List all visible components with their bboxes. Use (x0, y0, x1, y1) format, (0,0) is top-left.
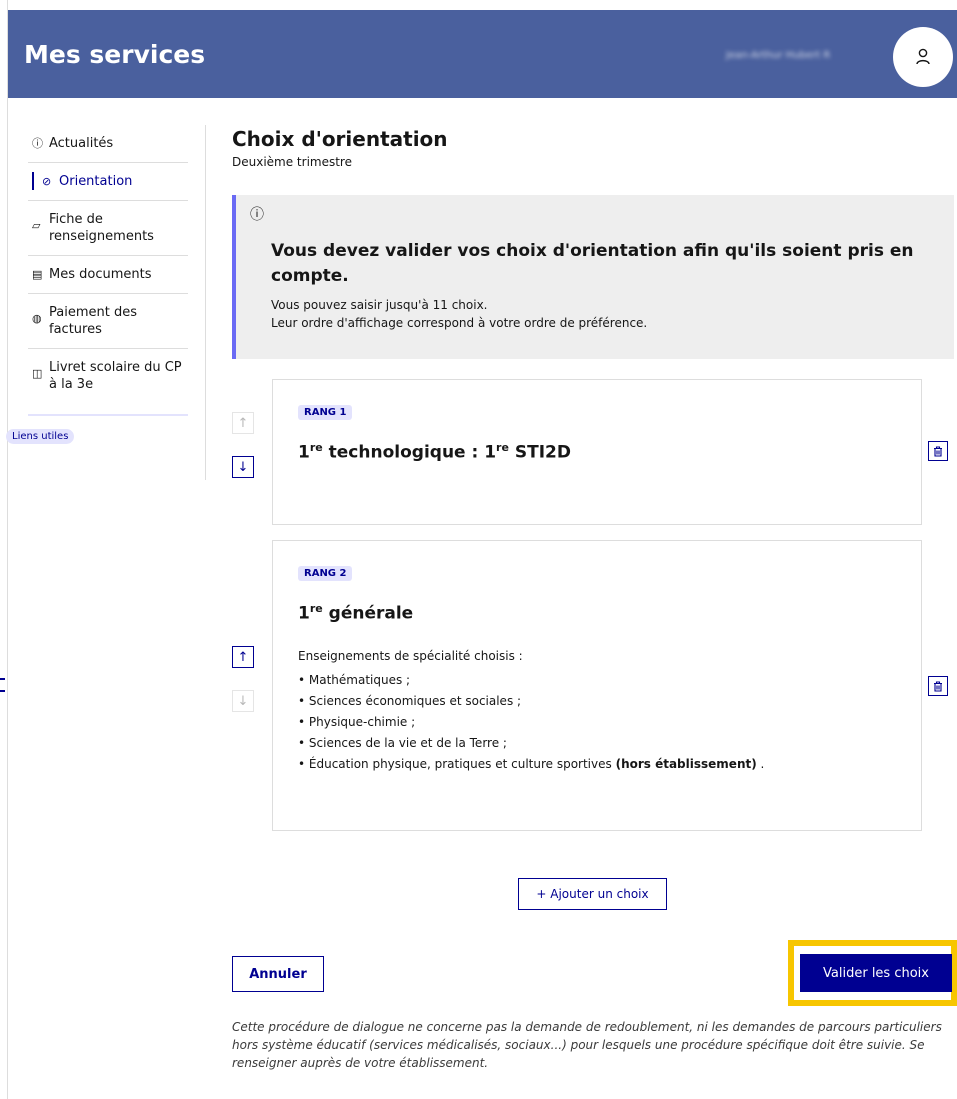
sidebar-item-label: Mes documents (49, 267, 152, 282)
choice-card: RANG 2 1re générale Enseignements de spé… (272, 540, 922, 831)
rank-badge: RANG 1 (298, 405, 353, 420)
alert-line: Leur ordre d'affichage correspond à votr… (271, 316, 648, 330)
choice-title-sup: re (309, 441, 323, 454)
disclaimer-text: Cette procédure de dialogue ne concerne … (232, 1020, 942, 1070)
list-item: • Mathématiques ; (298, 673, 411, 687)
sidebar-item-paiement-factures[interactable]: ◍ Paiement des factures (28, 294, 188, 349)
useful-links-tag[interactable]: Liens utiles (6, 429, 75, 444)
user-name[interactable]: Jean-Arthur Hubert R (726, 50, 886, 64)
choice-title-part: 1 (298, 442, 310, 463)
sidebar-separator (28, 414, 188, 416)
alert-line: Vous pouvez saisir jusqu'à 11 choix. (271, 298, 488, 312)
edge-mark (0, 678, 5, 692)
list-item: • Éducation physique, pratiques et cultu… (298, 754, 764, 775)
info-icon: ⓘ (32, 137, 43, 150)
sidebar-item-label: Livret scolaire du CP à la 3e (49, 360, 182, 392)
documents-icon: ▤ (32, 268, 43, 281)
info-icon: ⓘ (250, 207, 264, 223)
specialties-list: • Mathématiques ; • Sciences économiques… (298, 670, 764, 775)
alert-text: Vous pouvez saisir jusqu'à 11 choix. Leu… (271, 296, 647, 332)
app-title: Mes services (24, 40, 206, 69)
sidebar-item-label: Actualités (49, 136, 114, 151)
page-title: Choix d'orientation (232, 127, 448, 151)
move-up-button[interactable]: ↑ (232, 412, 254, 434)
trash-icon (934, 680, 942, 692)
list-item: • Physique-chimie ; (298, 715, 416, 729)
choice-title-part: 1 (298, 603, 310, 624)
frame-edge (7, 0, 8, 1099)
specialties-label: Enseignements de spécialité choisis : (298, 649, 523, 663)
sidebar-item-mes-documents[interactable]: ▤ Mes documents (28, 256, 188, 294)
sidebar-item-fiche-renseignements[interactable]: ▱ Fiche de renseignements (28, 201, 188, 256)
choice-card: RANG 1 1re technologique : 1re STI2D (272, 379, 922, 525)
info-alert: ⓘ Vous devez valider vos choix d'orienta… (232, 195, 954, 359)
cancel-button[interactable]: Annuler (232, 956, 324, 992)
move-up-button[interactable]: ↑ (232, 646, 254, 668)
specialty-text: • Éducation physique, pratiques et cultu… (298, 757, 612, 771)
sidebar-item-label: Fiche de renseignements (49, 212, 154, 244)
sidebar-item-actualites[interactable]: ⓘ Actualités (28, 125, 188, 163)
payment-icon: ◍ (32, 312, 42, 325)
user-icon (916, 48, 930, 65)
choice-title: 1re générale (298, 602, 413, 624)
compass-icon: ⊘ (42, 175, 52, 188)
choice-title-sup: re (309, 602, 323, 615)
main-content: Choix d'orientation Deuxième trimestre ⓘ… (232, 125, 957, 1070)
move-down-button[interactable]: ↓ (232, 456, 254, 478)
choice-title-part: STI2D (508, 442, 571, 463)
choice-title-sup: re (496, 441, 509, 454)
sidebar-item-livret-scolaire[interactable]: ◫ Livret scolaire du CP à la 3e (28, 349, 188, 403)
move-down-button[interactable]: ↓ (232, 690, 254, 712)
sidebar-nav: ⓘ Actualités ⊘ Orientation ▱ Fiche de re… (6, 125, 188, 444)
arrow-up-icon: ↑ (237, 649, 249, 665)
sidebar-item-label: Paiement des factures (49, 305, 137, 337)
list-item: • Sciences de la vie et de la Terre ; (298, 736, 507, 750)
sidebar-divider (205, 125, 206, 480)
choice-title-part: technologique : 1 (322, 442, 497, 463)
user-avatar-button[interactable] (893, 27, 953, 87)
arrow-down-icon: ↓ (237, 693, 249, 709)
file-icon: ▱ (32, 219, 41, 232)
list-item: • Sciences économiques et sociales ; (298, 694, 522, 708)
page-subtitle: Deuxième trimestre (232, 155, 352, 169)
book-icon: ◫ (32, 367, 43, 380)
add-choice-button[interactable]: + Ajouter un choix (518, 878, 667, 910)
delete-choice-button[interactable] (928, 676, 948, 696)
validate-choices-button[interactable]: Valider les choix (800, 954, 952, 992)
page: Mes services Jean-Arthur Hubert R ⓘ Actu… (0, 0, 957, 1099)
specialty-note: (hors établissement) (615, 757, 757, 771)
arrow-down-icon: ↓ (237, 459, 249, 475)
sidebar-item-orientation[interactable]: ⊘ Orientation (28, 163, 188, 201)
choice-title-part: générale (322, 603, 414, 624)
top-header: Mes services Jean-Arthur Hubert R (8, 10, 957, 98)
sidebar-item-label: Orientation (59, 174, 133, 189)
active-indicator (32, 172, 34, 190)
delete-choice-button[interactable] (928, 441, 948, 461)
trash-icon (934, 445, 942, 457)
arrow-up-icon: ↑ (237, 415, 249, 431)
specialty-end: . (756, 757, 765, 771)
alert-title: Vous devez valider vos choix d'orientati… (271, 241, 914, 286)
choice-title: 1re technologique : 1re STI2D (298, 441, 571, 463)
rank-badge: RANG 2 (298, 566, 353, 581)
